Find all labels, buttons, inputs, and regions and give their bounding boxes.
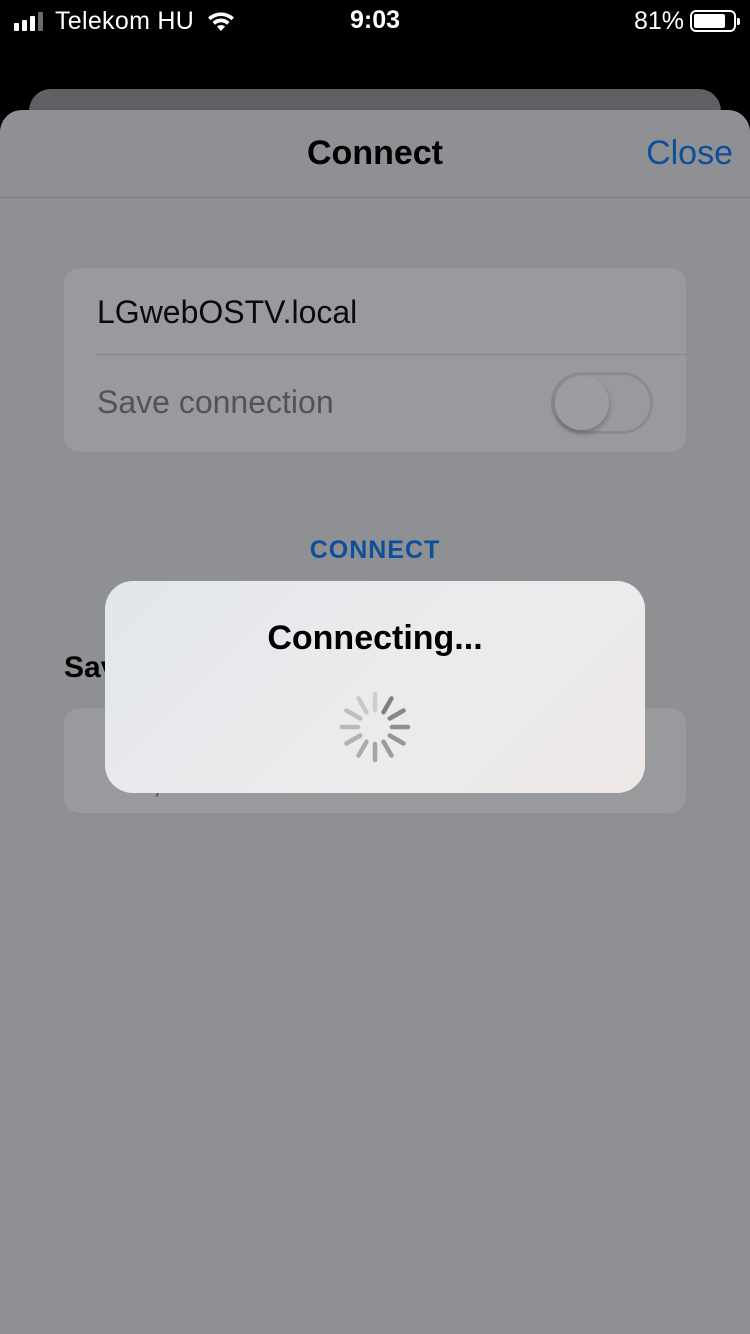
status-bar: Telekom HU 9:03 81% [0, 0, 750, 42]
divider [96, 354, 686, 355]
battery-percent: 81% [633, 6, 684, 35]
spinner-spoke [387, 733, 406, 746]
spinner-spoke [356, 696, 369, 715]
spinner-spoke [344, 708, 363, 721]
close-button[interactable]: Close [646, 134, 733, 173]
connecting-alert: Connecting... [105, 581, 645, 793]
spinner-spoke [387, 708, 406, 721]
spinner-spoke [356, 739, 369, 758]
battery-icon [690, 10, 740, 32]
spinner-icon [339, 691, 411, 763]
navigation-bar: Connect Close [0, 110, 750, 198]
page-title: Connect [307, 134, 443, 172]
save-connection-label: Save connection [97, 384, 334, 420]
save-connection-toggle[interactable] [551, 372, 653, 434]
spinner-spoke [381, 739, 394, 758]
host-field[interactable]: LGwebOSTV.local [97, 294, 657, 331]
alert-title: Connecting... [267, 619, 483, 657]
spinner-spoke [344, 733, 363, 746]
toggle-knob [555, 376, 609, 430]
spinner-spoke [381, 696, 394, 715]
battery-fill [694, 14, 725, 28]
connection-form: LGwebOSTV.local Save connection [64, 268, 686, 452]
status-right: 81% [633, 6, 740, 36]
connect-button[interactable]: CONNECT [0, 536, 750, 565]
battery-cap [737, 18, 740, 25]
